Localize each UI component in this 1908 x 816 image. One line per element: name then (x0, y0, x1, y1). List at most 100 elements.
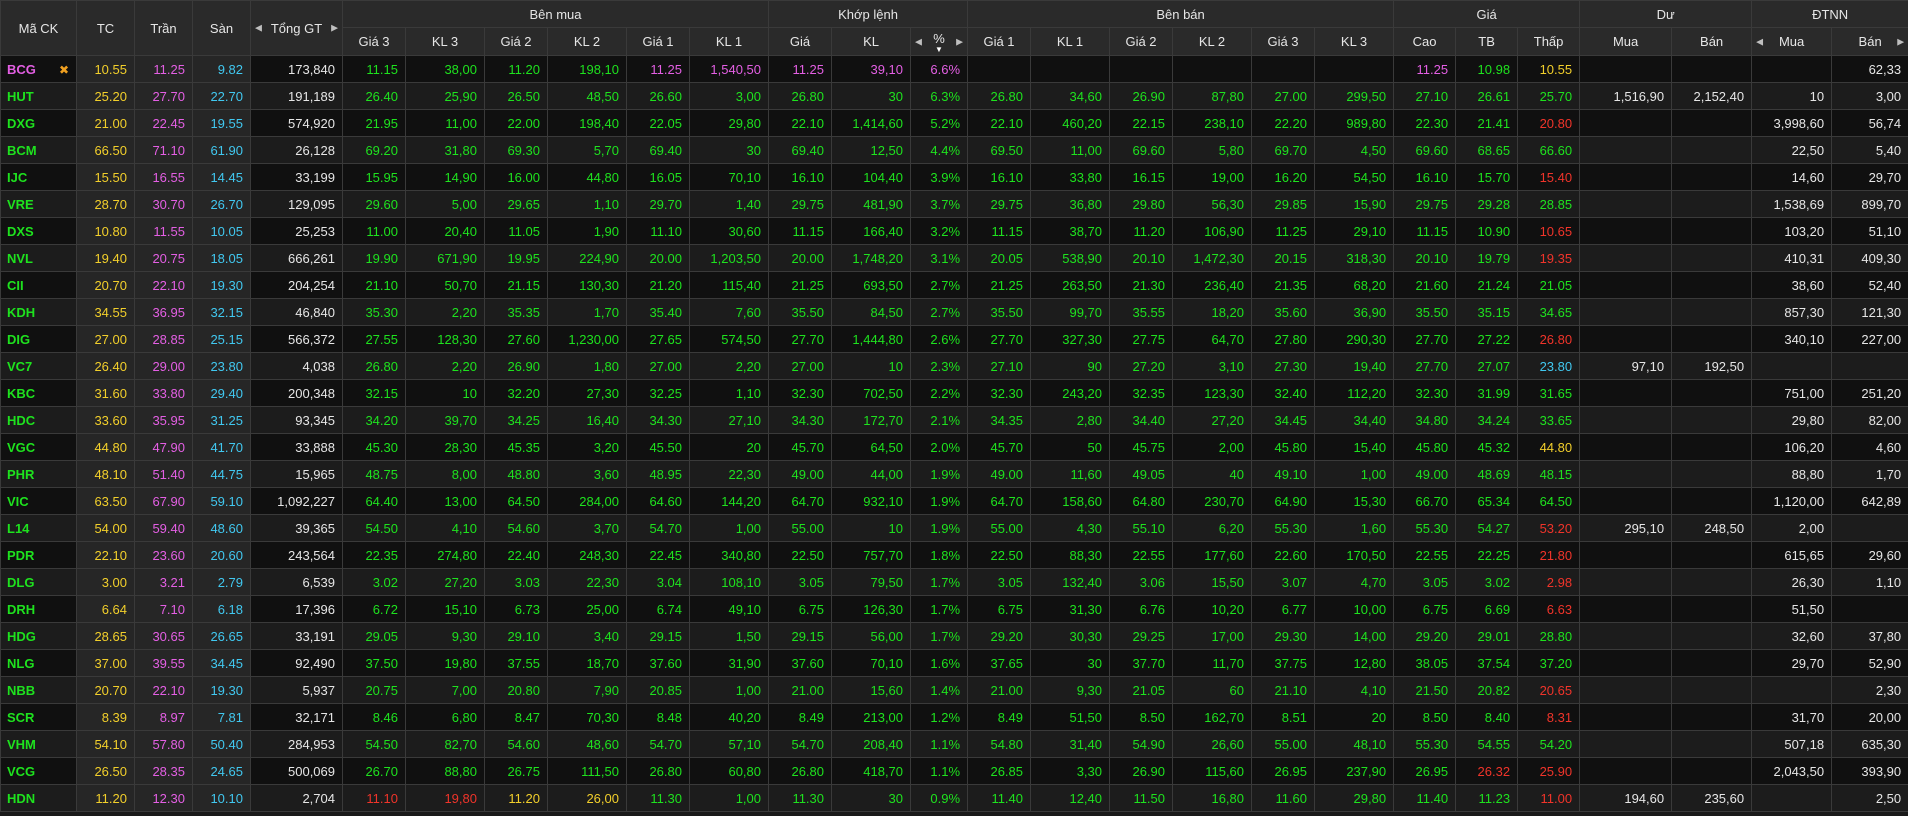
table-row[interactable]: DRH 6.64 7.10 6.18 17,396 6.72 15,10 6.73 25,00 6… (0, 595, 1908, 623)
table-row[interactable]: BCM 66.50 71.10 61.90 26,128 69.20 31,80 69.30 5… (0, 136, 1908, 164)
sell-vol-1-cell: 2,80 (1030, 406, 1111, 434)
scroll-right-icon[interactable]: ▶ (1897, 36, 1904, 47)
table-row[interactable]: NLG 37.00 39.55 34.45 92,490 37.50 19,80 37.55 1… (0, 649, 1908, 677)
symbol-cell[interactable]: PDR (0, 541, 77, 569)
header-residual-sell[interactable]: Bán (1671, 27, 1753, 56)
table-row[interactable]: HDN 11.20 12.30 10.10 2,704 11.10 19,80 11.20 26… (0, 784, 1908, 812)
symbol-cell[interactable]: SCR (0, 703, 77, 731)
header-sell-price-2[interactable]: Giá 2 (1109, 27, 1174, 56)
table-row[interactable]: KDH 34.55 36.95 32.15 46,840 35.30 2,20 35.35 1,… (0, 298, 1908, 326)
header-floor[interactable]: Sàn (192, 0, 251, 56)
header-sell-price-3[interactable]: Giá 3 (1251, 27, 1316, 56)
symbol-cell[interactable]: HUT (0, 82, 77, 110)
table-row[interactable]: NVL 19.40 20.75 18.05 666,261 19.90 671,90 19.9… (0, 244, 1908, 272)
symbol-cell[interactable]: BCG ✖ (0, 55, 77, 83)
symbol-cell[interactable]: KDH (0, 298, 77, 326)
symbol-cell[interactable]: VIC (0, 487, 77, 515)
symbol-cell[interactable]: DXG (0, 109, 77, 137)
table-row[interactable]: IJC 15.50 16.55 14.45 33,199 15.95 14,90 16.00 4… (0, 163, 1908, 191)
symbol-cell[interactable]: NVL (0, 244, 77, 272)
header-buy-vol-2[interactable]: KL 2 (547, 27, 627, 56)
table-row[interactable]: BCG ✖ 10.55 11.25 9.82 173,840 11.15 38,00 11.20… (0, 55, 1908, 83)
low-price-cell: 11.00 (1517, 784, 1581, 812)
table-row[interactable]: CII 20.70 22.10 19.30 204,254 21.10 50,70 21.15… (0, 271, 1908, 299)
table-row[interactable]: HDC 33.60 35.95 31.25 93,345 34.20 39,70 34.25 1… (0, 406, 1908, 434)
symbol-cell[interactable]: VHM (0, 730, 77, 758)
symbol-cell[interactable]: DXS (0, 217, 77, 245)
table-row[interactable]: VHM 54.10 57.80 50.40 284,953 54.50 82,70 54.60… (0, 730, 1908, 758)
sell-price-1-cell: 54.80 (967, 730, 1032, 758)
symbol-cell[interactable]: DIG (0, 325, 77, 353)
table-row[interactable]: SCR 8.39 8.97 7.81 32,171 8.46 6,80 8.47 70,30 8.… (0, 703, 1908, 731)
table-row[interactable]: VRE 28.70 30.70 26.70 129,095 29.60 5,00 29.65 1… (0, 190, 1908, 218)
table-row[interactable]: L14 54.00 59.40 48.60 39,365 54.50 4,10 54.60 3,… (0, 514, 1908, 542)
symbol-cell[interactable]: VGC (0, 433, 77, 461)
scroll-right-icon[interactable]: ▶ (956, 36, 963, 47)
symbol-cell[interactable]: VC7 (0, 352, 77, 380)
header-buy-price-1[interactable]: Giá 1 (626, 27, 690, 56)
sell-vol-3-cell: 15,90 (1314, 190, 1395, 218)
header-buy-price-3[interactable]: Giá 3 (342, 27, 406, 56)
symbol-cell[interactable]: DRH (0, 595, 77, 623)
table-row[interactable]: KBC 31.60 33.80 29.40 200,348 32.15 10 32.20 27,… (0, 379, 1908, 407)
table-row[interactable]: HUT 25.20 27.70 22.70 191,189 26.40 25,90 26.50… (0, 82, 1908, 110)
header-total-value[interactable]: ◀ Tổng GT ▶ (250, 0, 343, 56)
header-residual-buy[interactable]: Mua (1579, 27, 1673, 56)
sell-price-2-cell: 21.05 (1109, 676, 1174, 704)
ref-price-cell: 34.55 (76, 298, 135, 326)
symbol-cell[interactable]: PHR (0, 460, 77, 488)
table-row[interactable]: DXS 10.80 11.55 10.05 25,253 11.00 20,40 11.05 1… (0, 217, 1908, 245)
table-row[interactable]: VIC 63.50 67.90 59.10 1,092,227 64.40 13,00 64.… (0, 487, 1908, 515)
symbol-cell[interactable]: VCG (0, 757, 77, 785)
header-match-price[interactable]: Giá (768, 27, 833, 56)
symbol-cell[interactable]: NBB (0, 676, 77, 704)
table-row[interactable]: VCG 26.50 28.35 24.65 500,069 26.70 88,80 26.75… (0, 757, 1908, 785)
symbol-text: NLG (7, 655, 35, 671)
header-sell-price-1[interactable]: Giá 1 (967, 27, 1032, 56)
header-ceil[interactable]: Trần (134, 0, 193, 56)
header-match-pct[interactable]: ◀ % ▼ ▶ (910, 27, 969, 56)
table-row[interactable]: DIG 27.00 28.85 25.15 566,372 27.55 128,30 27.6… (0, 325, 1908, 353)
symbol-cell[interactable]: L14 (0, 514, 77, 542)
scroll-right-icon[interactable]: ▶ (331, 23, 338, 34)
symbol-cell[interactable]: HDG (0, 622, 77, 650)
sell-price-1-cell: 35.50 (967, 298, 1032, 326)
scroll-left-icon[interactable]: ◀ (1756, 36, 1763, 47)
table-row[interactable]: VC7 26.40 29.00 23.80 4,038 26.80 2,20 26.90 1,8… (0, 352, 1908, 380)
table-row[interactable]: DLG 3.00 3.21 2.79 6,539 3.02 27,20 3.03 22,30 3.… (0, 568, 1908, 596)
symbol-cell[interactable]: BCM (0, 136, 77, 164)
header-buy-vol-3[interactable]: KL 3 (405, 27, 485, 56)
header-sell-vol-3[interactable]: KL 3 (1314, 27, 1395, 56)
header-high[interactable]: Cao (1393, 27, 1457, 56)
header-buy-vol-1[interactable]: KL 1 (688, 27, 770, 56)
scroll-left-icon[interactable]: ◀ (915, 36, 922, 47)
table-row[interactable]: HDG 28.65 30.65 26.65 33,191 29.05 9,30 29.10 3,… (0, 622, 1908, 650)
table-row[interactable]: PHR 48.10 51.40 44.75 15,965 48.75 8,00 48.80 3,… (0, 460, 1908, 488)
header-sell-vol-1[interactable]: KL 1 (1030, 27, 1111, 56)
symbol-cell[interactable]: NLG (0, 649, 77, 677)
symbol-cell[interactable]: CII (0, 271, 77, 299)
table-row[interactable]: DXG 21.00 22.45 19.55 574,920 21.95 11,00 22.00… (0, 109, 1908, 137)
symbol-cell[interactable]: DLG (0, 568, 77, 596)
scroll-left-icon[interactable]: ◀ (255, 23, 262, 34)
header-foreign-buy[interactable]: ◀ Mua (1751, 27, 1833, 56)
low-price-cell: 53.20 (1517, 514, 1581, 542)
symbol-cell[interactable]: HDC (0, 406, 77, 434)
header-ref[interactable]: TC (76, 0, 135, 56)
header-avg[interactable]: TB (1455, 27, 1519, 56)
unpin-icon[interactable]: ✖ (59, 63, 69, 77)
header-low[interactable]: Thấp (1517, 27, 1581, 56)
symbol-cell[interactable]: HDN (0, 784, 77, 812)
header-foreign-sell[interactable]: Bán ▶ (1831, 27, 1908, 56)
header-symbol[interactable]: Mã CK (0, 0, 77, 56)
buy-price-3-cell: 26.40 (342, 82, 406, 110)
header-sell-vol-2[interactable]: KL 2 (1172, 27, 1253, 56)
table-row[interactable]: VGC 44.80 47.90 41.70 33,888 45.30 28,30 45.35 3… (0, 433, 1908, 461)
header-match-vol[interactable]: KL (831, 27, 912, 56)
header-buy-price-2[interactable]: Giá 2 (484, 27, 548, 56)
symbol-cell[interactable]: KBC (0, 379, 77, 407)
symbol-cell[interactable]: VRE (0, 190, 77, 218)
symbol-cell[interactable]: IJC (0, 163, 77, 191)
table-row[interactable]: NBB 20.70 22.10 19.30 5,937 20.75 7,00 20.80 7,9… (0, 676, 1908, 704)
table-row[interactable]: PDR 22.10 23.60 20.60 243,564 22.35 274,80 22.4… (0, 541, 1908, 569)
